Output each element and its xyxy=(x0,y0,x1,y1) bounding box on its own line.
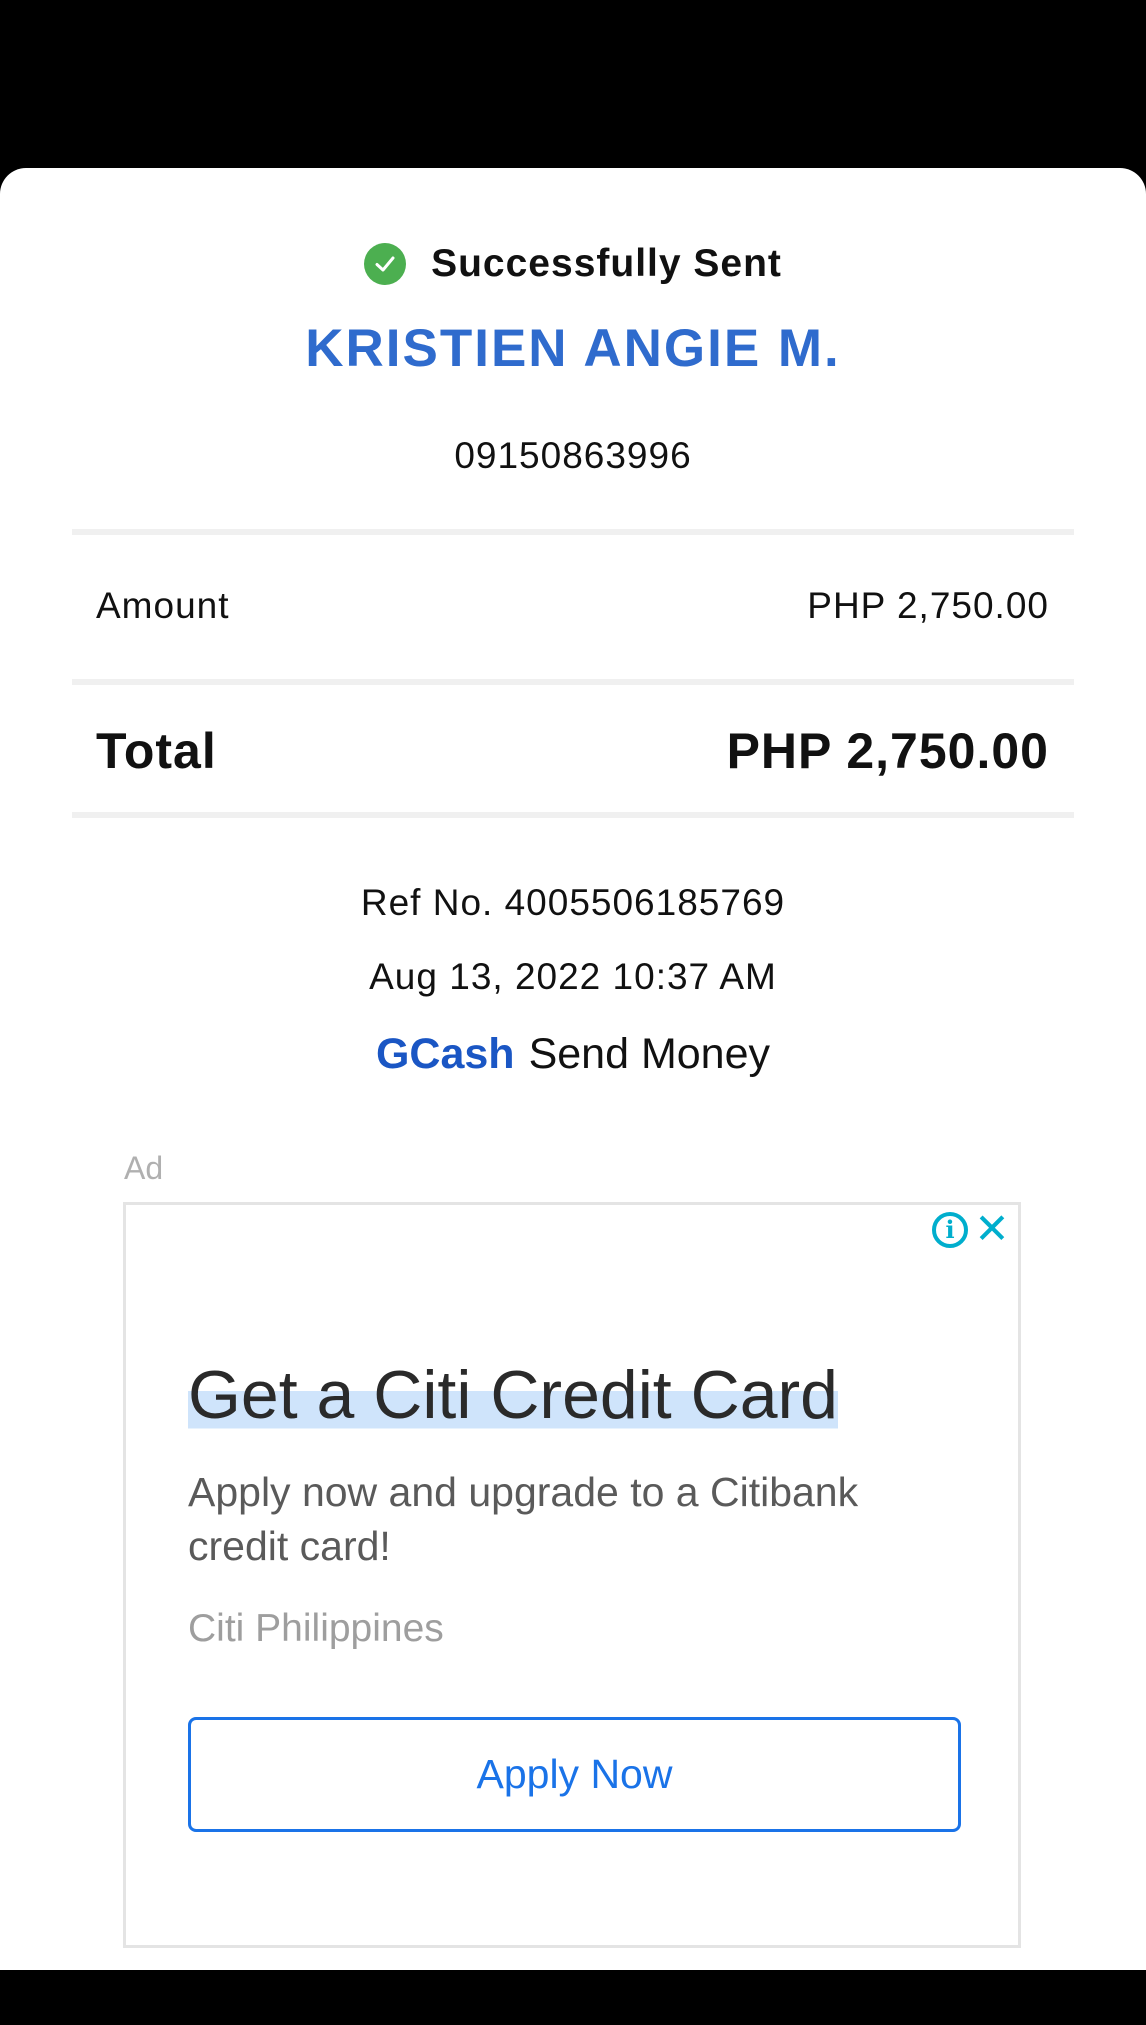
recipient-phone: 09150863996 xyxy=(454,435,692,476)
status-row: Successfully Sent xyxy=(0,242,1146,286)
transaction-datetime: Aug 13, 2022 10:37 AM xyxy=(369,956,777,997)
service-line: GCash Send Money xyxy=(0,1030,1146,1079)
info-icon[interactable]: i xyxy=(932,1212,968,1248)
close-icon[interactable]: ✕ xyxy=(972,1207,1012,1251)
service-name: Send Money xyxy=(528,1030,771,1078)
ad-headline[interactable]: Get a Citi Credit Card xyxy=(188,1355,838,1435)
ad-banner[interactable]: i ✕ Get a Citi Credit Card Apply now and… xyxy=(123,1202,1021,1948)
total-row: Total PHP 2,750.00 xyxy=(96,722,1049,780)
total-value: PHP 2,750.00 xyxy=(726,723,1049,779)
apply-now-button[interactable]: Apply Now xyxy=(188,1717,961,1832)
amount-row: Amount PHP 2,750.00 xyxy=(96,585,1049,627)
brand-name: GCash xyxy=(375,1030,515,1078)
divider xyxy=(72,679,1074,685)
divider xyxy=(72,529,1074,535)
amount-value: PHP 2,750.00 xyxy=(807,585,1049,626)
total-label: Total xyxy=(96,723,217,779)
ad-tag: Ad xyxy=(124,1150,164,1186)
status-text: Successfully Sent xyxy=(431,242,782,285)
divider xyxy=(72,812,1074,818)
reference-number: Ref No. 4005506185769 xyxy=(360,882,786,923)
check-circle-icon xyxy=(364,243,407,285)
ad-body: Apply now and upgrade to a Citibank cred… xyxy=(188,1469,859,1569)
ad-advertiser: Citi Philippines xyxy=(188,1607,444,1650)
recipient-name: KRISTIEN ANGIE M. xyxy=(305,319,841,378)
amount-label: Amount xyxy=(96,585,230,626)
